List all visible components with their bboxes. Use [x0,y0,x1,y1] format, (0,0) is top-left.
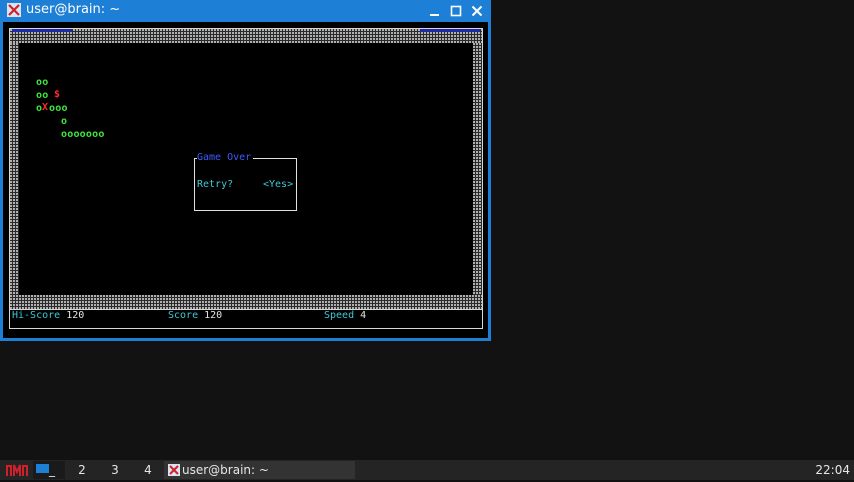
clock[interactable]: 22:04 [815,461,850,479]
taskbar: _ 2 3 4 user@brain: ~ 22:04 [0,460,854,480]
taskbar-window-label: user@brain: ~ [182,463,269,477]
snake-segment: o [61,116,68,127]
x-terminal-icon [168,464,180,476]
score-value: 120 [204,310,223,321]
window-title: user@brain: ~ [26,2,121,17]
workspace-1-label: _ [49,463,55,477]
speed-value: 4 [360,310,367,321]
yes-button[interactable]: <Yes> [263,179,293,191]
maximize-icon [450,5,462,17]
taskbar-window-button[interactable]: user@brain: ~ [164,461,355,479]
workspace-4[interactable]: 4 [132,461,164,479]
minimize-button[interactable] [427,3,443,19]
food-item: $ [54,89,61,100]
score-display: Score 120 [168,309,222,323]
start-menu-button[interactable] [3,462,31,478]
dialog-title: Game Over [197,152,254,164]
hiscore-value: 120 [66,310,85,321]
snake-collision-mark: X [42,102,49,113]
snake-segment: ooooooo [61,129,105,140]
snake-segment: oo [36,90,49,101]
speed-display: Speed 4 [324,309,366,323]
terminal-screen[interactable]: oo oo $ o X ooo o ooooooo Game Over Retr… [3,22,488,338]
game-over-dialog: Game Over Retry? <Yes> [194,152,297,211]
terminal-window[interactable]: user@brain: ~ oo oo $ o X ooo o ooooooo [0,0,491,341]
retry-question: Retry? [197,179,234,190]
score-label: Score [168,310,199,321]
jwm-logo-icon [6,464,28,476]
window-titlebar[interactable]: user@brain: ~ [0,0,491,22]
close-button[interactable] [469,3,485,19]
workspace-preview [36,464,49,473]
hiscore-display: Hi-Score 120 [12,309,84,323]
hiscore-label: Hi-Score [12,310,61,321]
minimize-icon [430,14,439,16]
maximize-button[interactable] [448,3,464,19]
snake-segment: oo [36,77,49,88]
workspace-3[interactable]: 3 [99,461,131,479]
workspace-2[interactable]: 2 [66,461,98,479]
x-terminal-icon [7,3,21,17]
status-bar: Hi-Score 120 Score 120 Speed 4 [9,309,483,329]
workspace-1[interactable]: _ [33,461,65,479]
frame-accent-right [420,29,480,32]
frame-left-border [10,43,19,297]
close-icon [471,5,483,17]
frame-right-border [473,43,482,297]
frame-top-border [10,29,482,43]
speed-label: Speed [324,310,355,321]
frame-bottom-border [10,295,482,309]
frame-accent-left [12,29,72,32]
snake-segment: ooo [49,103,68,114]
